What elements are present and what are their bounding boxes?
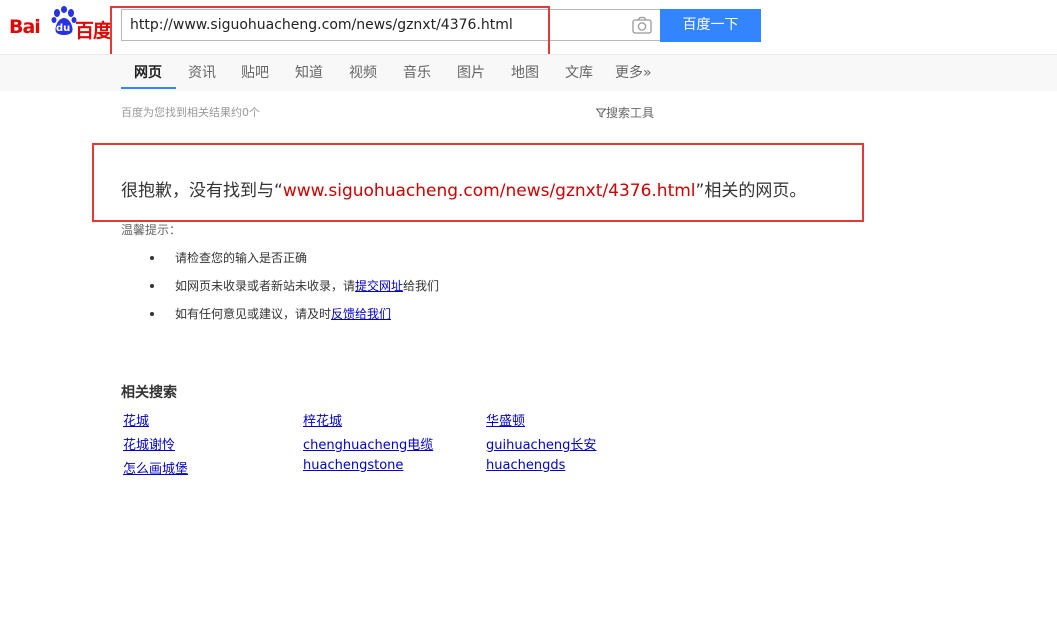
tab-images[interactable]: 图片 [457,62,485,82]
related-search-link[interactable]: huachengds [486,458,565,473]
tip-submit-before: 如网页未收录或者新站未收录，请 [175,279,356,293]
logo-text-du: du [56,23,71,34]
funnel-icon [595,108,607,118]
tab-web[interactable]: 网页 [134,62,162,82]
bullet-icon [150,284,154,288]
related-search-title: 相关搜索 [121,385,177,401]
related-search-link[interactable]: 怎么画城堡 [123,458,188,477]
camera-icon[interactable] [632,16,652,34]
tab-video[interactable]: 视频 [349,62,377,82]
tab-zhidao[interactable]: 知道 [295,62,323,82]
tips-title: 温馨提示： [121,223,182,237]
related-search-link[interactable]: 华盛顿 [486,410,525,429]
tip-feedback-before: 如有任何意见或建议，请及时 [175,307,332,321]
bullet-icon [150,256,154,260]
related-search-link[interactable]: guihuacheng长安 [486,434,596,453]
logo-text-bai: Bai [9,16,41,38]
tab-map[interactable]: 地图 [511,62,539,82]
active-tab-indicator [121,87,176,89]
search-tools-button[interactable]: 搜索工具 [595,104,655,121]
related-search-link[interactable]: huachengstone [303,458,403,473]
related-search-link[interactable]: 花城 [123,410,149,429]
search-tools-label: 搜索工具 [606,106,655,120]
logo-text-cn: 百度 [75,20,112,42]
feedback-link[interactable]: 反馈给我们 [331,307,391,321]
tip-submit-url: 如网页未收录或者新站未收录，请提交网址给我们 [175,277,439,294]
related-search-link[interactable]: 花城谢怜 [123,434,175,453]
tab-tieba[interactable]: 贴吧 [241,62,269,82]
related-search-link[interactable]: chenghuacheng电缆 [303,434,433,453]
baidu-logo[interactable]: Bai du 百度 [9,6,113,42]
submit-url-link[interactable]: 提交网址 [355,279,403,293]
tip-check-input: 请检查您的输入是否正确 [175,251,308,265]
tab-news[interactable]: 资讯 [188,62,216,82]
related-search-link[interactable]: 梓花城 [303,410,342,429]
tab-more[interactable]: 更多» [615,62,652,82]
tab-wenku[interactable]: 文库 [565,62,593,82]
search-button[interactable]: 百度一下 [660,9,761,42]
highlight-box-message [92,143,864,222]
tip-feedback: 如有任何意见或建议，请及时反馈给我们 [175,305,391,322]
bullet-icon [150,312,154,316]
tip-submit-after: 给我们 [403,279,440,293]
tab-music[interactable]: 音乐 [403,62,431,82]
result-count: 百度为您找到相关结果约0个 [121,106,260,119]
